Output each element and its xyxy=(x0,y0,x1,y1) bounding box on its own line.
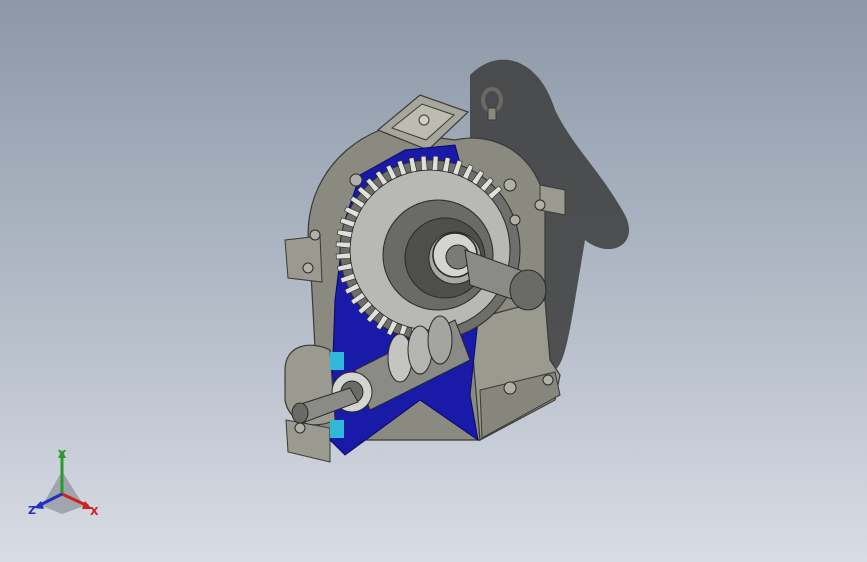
housing-flange-right xyxy=(539,184,566,216)
x-axis-label: X xyxy=(90,505,99,518)
graphics-viewport[interactable]: Y X Z xyxy=(0,0,867,562)
cyan-seal-top xyxy=(330,352,344,370)
housing-flange-left xyxy=(284,235,323,283)
wheel-tooth xyxy=(335,241,351,249)
housing-base-left xyxy=(285,419,331,463)
worm-gearbox-model[interactable] xyxy=(0,0,867,562)
cyan-seal-bottom xyxy=(330,420,344,438)
worm-wheel xyxy=(339,159,521,341)
z-axis-label: Z xyxy=(28,504,36,517)
wheel-tooth xyxy=(431,155,439,171)
y-axis-label: Y xyxy=(58,448,66,461)
wheel-tooth xyxy=(420,155,428,171)
output-shaft-end xyxy=(509,269,547,311)
input-shaft-end xyxy=(291,402,309,424)
wheel-tooth xyxy=(335,252,351,260)
vent-plug xyxy=(418,114,430,126)
eye-bolt-stem xyxy=(487,107,497,121)
